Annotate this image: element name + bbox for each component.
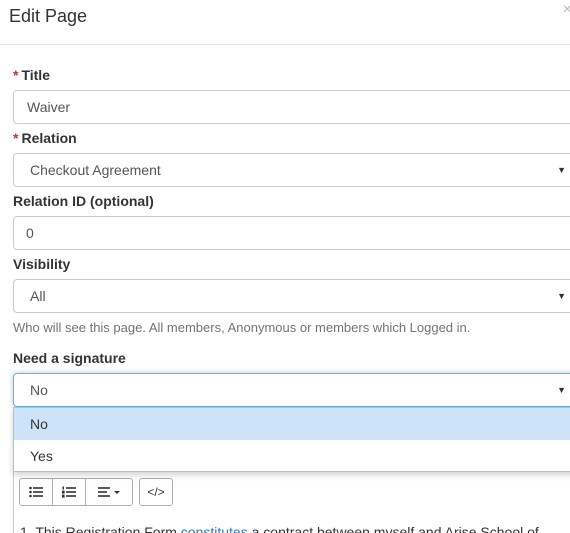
title-label-text: Title xyxy=(21,67,50,83)
edit-page-modal: Edit Page × * Title Waiver * Relation Chec… xyxy=(0,0,570,533)
relation-select-value: Checkout Agreement xyxy=(30,162,161,178)
required-mark: * xyxy=(13,130,19,146)
signature-select[interactable]: No ▼ xyxy=(13,373,570,407)
align-left-icon xyxy=(98,486,120,498)
relation-select[interactable]: Checkout Agreement ▼ xyxy=(13,153,570,187)
chevron-down-icon: ▼ xyxy=(557,291,566,301)
relation-id-label: Relation ID (optional) xyxy=(13,193,154,209)
relation-id-value: 0 xyxy=(26,225,34,241)
title-input[interactable]: Waiver xyxy=(13,90,570,124)
required-mark: * xyxy=(13,67,19,83)
list-ol-icon xyxy=(62,486,76,498)
chevron-down-icon: ▼ xyxy=(557,165,566,175)
visibility-label: Visibility xyxy=(13,256,71,272)
paragraph-align-dropdown[interactable] xyxy=(85,478,133,506)
title-label: * Title xyxy=(13,67,50,83)
code-view-button[interactable]: </> xyxy=(139,478,173,506)
modal-title: Edit Page xyxy=(9,6,88,26)
ordered-list-button[interactable] xyxy=(52,478,86,506)
editor-text-end: a contract between myself and Arise Scho… xyxy=(247,524,539,533)
modal-header: Edit Page × xyxy=(0,0,570,45)
close-button[interactable]: × xyxy=(563,2,570,18)
chevron-down-icon: ▼ xyxy=(557,385,566,395)
signature-options-list: No Yes xyxy=(13,407,570,472)
relation-label: * Relation xyxy=(13,130,77,146)
visibility-help-text: Who will see this page. All members, Ano… xyxy=(13,320,471,335)
unordered-list-button[interactable] xyxy=(19,478,53,506)
editor-text-start: 1. This Registration Form xyxy=(20,524,181,533)
option-no[interactable]: No xyxy=(14,408,570,440)
visibility-select[interactable]: All ▼ xyxy=(13,279,570,313)
option-yes[interactable]: Yes xyxy=(14,440,570,472)
code-view-label: </> xyxy=(147,485,165,499)
relation-id-input[interactable]: 0 xyxy=(13,216,570,250)
relation-label-text: Relation xyxy=(21,130,77,146)
editor-text-link: constitutes xyxy=(180,524,248,533)
editor-content[interactable]: 1. This Registration Form constitutes a … xyxy=(20,524,539,533)
signature-label: Need a signature xyxy=(13,350,126,366)
visibility-select-value: All xyxy=(30,288,46,304)
signature-select-value: No xyxy=(30,382,48,398)
title-input-value: Waiver xyxy=(27,99,71,115)
list-ul-icon xyxy=(29,486,43,498)
